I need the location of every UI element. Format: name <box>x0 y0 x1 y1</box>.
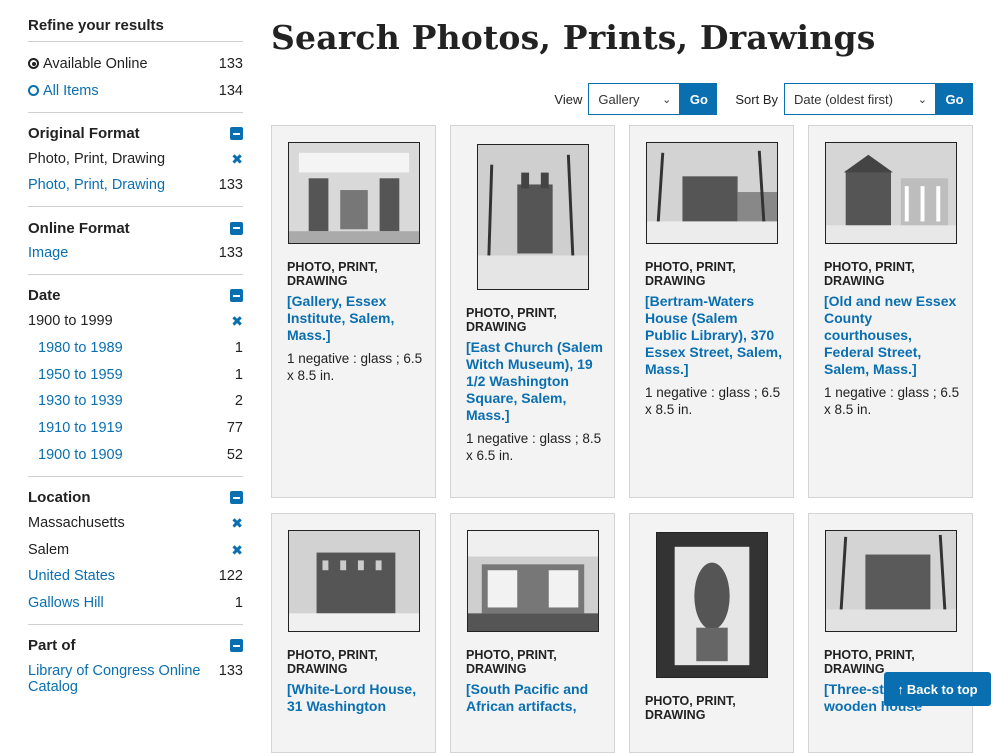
sort-label: Sort By <box>735 91 778 107</box>
result-description: 1 negative : glass ; 8.5 x 6.5 in. <box>466 431 602 463</box>
collapse-icon[interactable] <box>230 639 243 653</box>
part-of-heading: Part of <box>28 637 76 655</box>
radio-selected-icon <box>28 58 39 69</box>
result-format: PHOTO, PRINT, DRAWING <box>287 648 378 676</box>
results-controls: View Gallery ⌄ Go Sort By Date (oldest f… <box>554 83 973 115</box>
location-section: Location Massachusetts ✖ Salem ✖ United … <box>28 477 243 625</box>
result-format: PHOTO, PRINT, DRAWING <box>466 648 557 676</box>
original-format-heading: Original Format <box>28 125 140 143</box>
result-title-link[interactable]: [South Pacific and African artifacts, <box>466 681 604 715</box>
result-format: PHOTO, PRINT, DRAWING <box>645 260 736 288</box>
result-format: PHOTO, PRINT, DRAWING <box>645 694 736 722</box>
all-items-option[interactable]: All Items 134 <box>28 79 243 106</box>
result-card[interactable]: PHOTO, PRINT, DRAWING [East Church (Sale… <box>450 125 615 498</box>
active-filter-original-format: Photo, Print, Drawing ✖ <box>28 150 243 167</box>
facet-option[interactable]: Gallows Hill 1 <box>28 591 243 618</box>
location-heading: Location <box>28 489 91 507</box>
collapse-icon[interactable] <box>230 127 243 141</box>
facet-option[interactable]: 1900 to 1909 52 <box>28 443 243 470</box>
facet-option[interactable]: 1910 to 1919 77 <box>28 416 243 443</box>
collapse-icon[interactable] <box>230 491 243 505</box>
sort-go-button[interactable]: Go <box>936 83 973 115</box>
active-filter-location: Massachusetts ✖ <box>28 514 243 531</box>
remove-filter-icon[interactable]: ✖ <box>231 313 243 329</box>
result-thumbnail[interactable] <box>288 530 420 632</box>
facet-option[interactable]: Image 133 <box>28 241 243 268</box>
view-label: View <box>554 91 583 107</box>
result-card[interactable]: PHOTO, PRINT, DRAWING [Gallery, Essex In… <box>271 125 436 498</box>
back-to-top-button[interactable]: ↑ Back to top <box>884 672 991 706</box>
sort-select[interactable]: Date (oldest first) ⌄ <box>784 83 936 115</box>
result-thumbnail[interactable] <box>646 142 778 244</box>
date-section: Date 1900 to 1999 ✖ 1980 to 1989 1 1950 … <box>28 275 243 477</box>
result-title-link[interactable]: [White-Lord House, 31 Washington <box>287 681 425 715</box>
result-card[interactable]: PHOTO, PRINT, DRAWING [Bertram-Waters Ho… <box>629 125 794 498</box>
facet-option[interactable]: 1930 to 1939 2 <box>28 389 243 416</box>
chevron-down-icon: ⌄ <box>662 93 672 106</box>
arrow-up-icon: ↑ <box>897 681 904 697</box>
result-thumbnail[interactable] <box>825 530 957 632</box>
page-title: Search Photos, Prints, Drawings <box>271 18 876 57</box>
remove-filter-icon[interactable]: ✖ <box>231 151 243 167</box>
facet-option[interactable]: 1950 to 1959 1 <box>28 363 243 390</box>
result-thumbnail[interactable] <box>467 530 599 632</box>
chevron-down-icon: ⌄ <box>917 93 927 106</box>
facet-option[interactable]: Library of Congress Online Catalog 133 <box>28 659 243 695</box>
result-description: 1 negative : glass ; 6.5 x 8.5 in. <box>287 351 423 383</box>
remove-filter-icon[interactable]: ✖ <box>231 542 243 558</box>
result-thumbnail[interactable] <box>656 532 768 678</box>
result-format: PHOTO, PRINT, DRAWING <box>466 306 557 334</box>
result-thumbnail[interactable] <box>288 142 420 244</box>
online-format-heading: Online Format <box>28 219 130 237</box>
collapse-icon[interactable] <box>230 289 243 303</box>
facet-option[interactable]: 1980 to 1989 1 <box>28 336 243 363</box>
result-card[interactable]: PHOTO, PRINT, DRAWING [Three-story woode… <box>808 513 973 753</box>
result-card[interactable]: PHOTO, PRINT, DRAWING [South Pacific and… <box>450 513 615 753</box>
result-description: 1 negative : glass ; 6.5 x 8.5 in. <box>824 385 960 417</box>
date-heading: Date <box>28 287 61 305</box>
collapse-icon[interactable] <box>230 221 243 235</box>
active-filter-date: 1900 to 1999 ✖ <box>28 312 243 329</box>
result-card[interactable]: PHOTO, PRINT, DRAWING [White-Lord House,… <box>271 513 436 753</box>
online-format-section: Online Format Image 133 <box>28 207 243 275</box>
refine-title: Refine your results <box>28 0 243 42</box>
result-title-link[interactable]: [East Church (Salem Witch Museum), 19 1/… <box>466 339 604 424</box>
result-title-link[interactable]: [Old and new Essex County courthouses, F… <box>824 293 962 378</box>
availability-section: Available Online 133 All Items 134 <box>28 42 243 113</box>
view-select[interactable]: Gallery ⌄ <box>588 83 681 115</box>
result-card[interactable]: PHOTO, PRINT, DRAWING <box>629 513 794 753</box>
remove-filter-icon[interactable]: ✖ <box>231 515 243 531</box>
result-title-link[interactable]: [Bertram-Waters House (Salem Public Libr… <box>645 293 783 378</box>
result-format: PHOTO, PRINT, DRAWING <box>824 260 915 288</box>
part-of-section: Part of Library of Congress Online Catal… <box>28 625 243 701</box>
facet-option[interactable]: Photo, Print, Drawing 133 <box>28 173 243 200</box>
result-title-link[interactable]: [Gallery, Essex Institute, Salem, Mass.] <box>287 293 425 344</box>
radio-unselected-icon <box>28 84 39 96</box>
result-description: 1 negative : glass ; 6.5 x 8.5 in. <box>645 385 781 417</box>
result-card[interactable]: PHOTO, PRINT, DRAWING [Old and new Essex… <box>808 125 973 498</box>
result-format: PHOTO, PRINT, DRAWING <box>287 260 378 288</box>
active-filter-location: Salem ✖ <box>28 541 243 558</box>
result-thumbnail[interactable] <box>825 142 957 244</box>
original-format-section: Original Format Photo, Print, Drawing ✖ … <box>28 113 243 208</box>
result-thumbnail[interactable] <box>477 144 589 290</box>
refine-sidebar: Refine your results Available Online 133… <box>28 0 243 701</box>
view-go-button[interactable]: Go <box>680 83 718 115</box>
available-online-option[interactable]: Available Online 133 <box>28 52 243 79</box>
facet-option[interactable]: United States 122 <box>28 564 243 591</box>
